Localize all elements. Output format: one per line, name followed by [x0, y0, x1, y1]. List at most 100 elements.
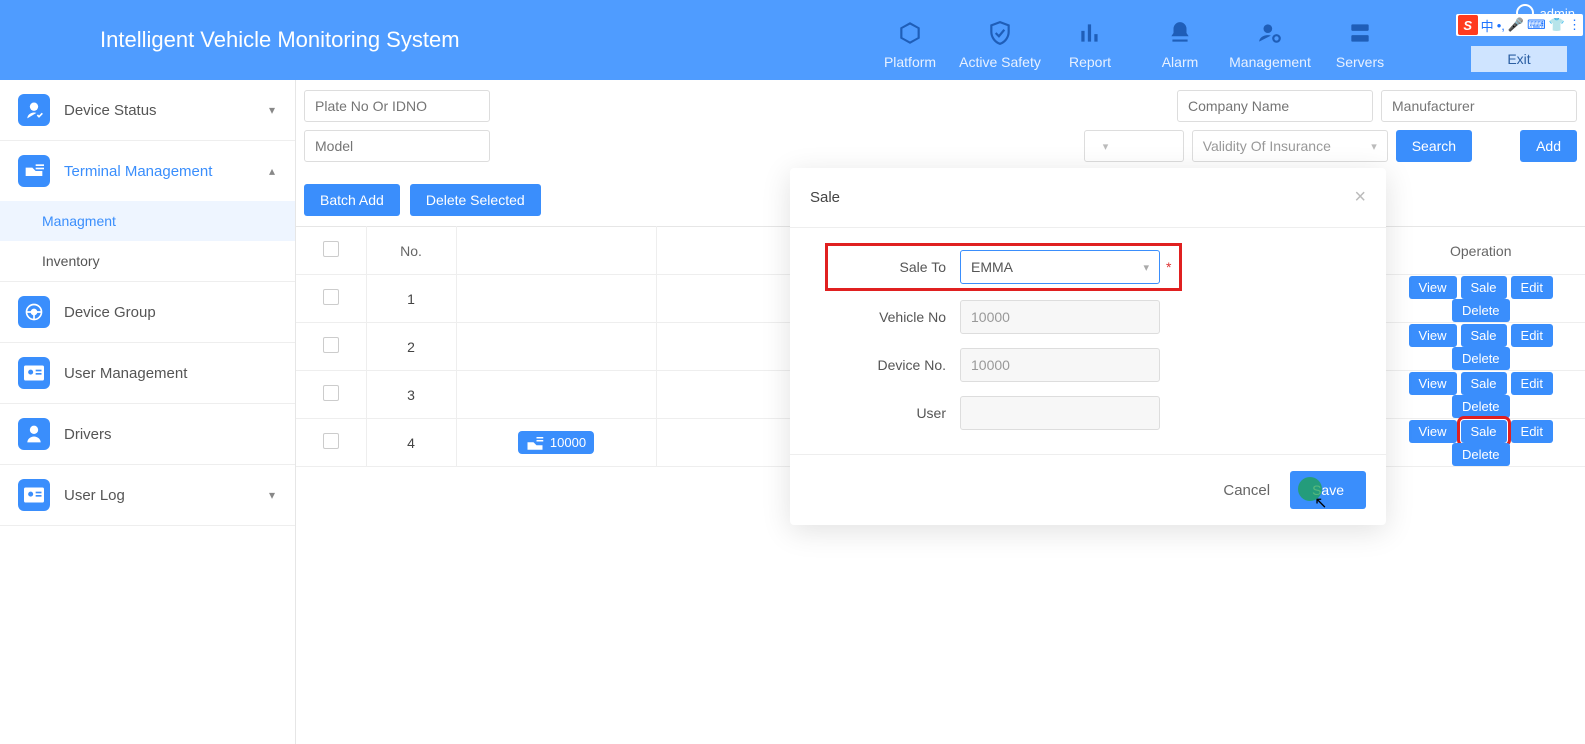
app-title: Intelligent Vehicle Monitoring System — [100, 27, 460, 53]
nav-label: Management — [1229, 54, 1311, 70]
nav-servers[interactable]: Servers — [1315, 0, 1405, 80]
vehicle-no-label: Vehicle No — [830, 309, 960, 325]
sale-button[interactable]: Sale — [1461, 372, 1507, 395]
user-gear-icon — [1257, 20, 1283, 46]
edit-button[interactable]: Edit — [1511, 420, 1553, 443]
view-button[interactable]: View — [1409, 420, 1457, 443]
col-plate — [456, 227, 656, 275]
ime-keyboard-icon: ⌨ — [1527, 17, 1546, 33]
sidebar-item-label: User Log — [64, 487, 125, 504]
sidebar: Device Status ▾ Terminal Management ▴ Ma… — [0, 80, 296, 744]
nav-management[interactable]: Management — [1225, 0, 1315, 80]
view-button[interactable]: View — [1409, 324, 1457, 347]
search-button[interactable]: Search — [1396, 130, 1472, 162]
ime-menu-icon: ⋮ — [1568, 17, 1581, 33]
edit-button[interactable]: Edit — [1511, 276, 1553, 299]
chevron-down-icon: ▾ — [269, 488, 275, 502]
sidebar-item-label: User Management — [64, 365, 187, 382]
delete-button[interactable]: Delete — [1452, 347, 1510, 370]
cell-no: 1 — [366, 275, 456, 323]
required-marker: * — [1166, 259, 1171, 275]
modal-footer: Cancel Save ↖ — [790, 454, 1386, 525]
sidebar-item-terminal-management[interactable]: Terminal Management ▴ — [0, 141, 295, 201]
edit-button[interactable]: Edit — [1511, 324, 1553, 347]
sidebar-sub-label: Inventory — [42, 253, 100, 269]
nav-platform[interactable]: Platform — [865, 0, 955, 80]
sidebar-item-device-status[interactable]: Device Status ▾ — [0, 80, 295, 140]
nav-report[interactable]: Report — [1045, 0, 1135, 80]
modal-title: Sale — [810, 189, 840, 206]
sidebar-item-label: Drivers — [64, 426, 112, 443]
sidebar-item-user-management[interactable]: User Management — [0, 343, 295, 403]
device-no-field: 10000 — [960, 348, 1160, 382]
add-button[interactable]: Add — [1520, 130, 1577, 162]
cancel-button[interactable]: Cancel — [1223, 482, 1270, 499]
edit-button[interactable]: Edit — [1511, 372, 1553, 395]
sale-to-select[interactable]: EMMA ▾ — [960, 250, 1160, 284]
delete-button[interactable]: Delete — [1452, 299, 1510, 322]
cell-no: 3 — [366, 371, 456, 419]
nav-label: Servers — [1336, 54, 1384, 70]
app-header: Intelligent Vehicle Monitoring System Pl… — [0, 0, 1585, 80]
view-button[interactable]: View — [1409, 276, 1457, 299]
delete-button[interactable]: Delete — [1452, 443, 1510, 466]
insurance-select[interactable]: Validity Of Insurance — [1192, 130, 1388, 162]
row-checkbox[interactable] — [323, 289, 339, 305]
delete-selected-button[interactable]: Delete Selected — [410, 184, 541, 216]
select-placeholder: Validity Of Insurance — [1203, 138, 1331, 154]
sidebar-item-drivers[interactable]: Drivers — [0, 404, 295, 464]
user-field — [960, 396, 1160, 430]
model-input[interactable] — [304, 130, 490, 162]
sidebar-item-user-log[interactable]: User Log ▾ — [0, 465, 295, 525]
ime-lang-icon: 中 — [1481, 16, 1494, 35]
cell-plate — [456, 275, 656, 323]
sale-button[interactable]: Sale — [1461, 420, 1507, 443]
person-check-icon — [18, 94, 50, 126]
plate-input[interactable] — [304, 90, 490, 122]
driver-icon — [18, 418, 50, 450]
cell-operation: ViewSaleEditDelete — [1376, 323, 1585, 371]
view-button[interactable]: View — [1409, 372, 1457, 395]
row-checkbox[interactable] — [323, 433, 339, 449]
ime-punct-icon: •, — [1497, 18, 1505, 33]
select-all-checkbox[interactable] — [323, 241, 339, 257]
vehicle-no-field: 10000 — [960, 300, 1160, 334]
ime-mic-icon: 🎤 — [1508, 17, 1524, 33]
sidebar-sub-managment[interactable]: Managment — [0, 201, 295, 241]
sidebar-item-device-group[interactable]: Device Group — [0, 282, 295, 342]
sidebar-sub-inventory[interactable]: Inventory — [0, 241, 295, 281]
sidebar-sub-label: Managment — [42, 213, 116, 229]
user-label: User — [830, 405, 960, 421]
save-button[interactable]: Save — [1290, 471, 1366, 509]
nav-label: Platform — [884, 54, 936, 70]
close-icon[interactable]: × — [1354, 186, 1366, 209]
company-input[interactable] — [1177, 90, 1373, 122]
chevron-down-icon: ▾ — [1143, 261, 1149, 274]
vehicle-tag[interactable]: 10000 — [518, 431, 594, 454]
sale-button[interactable]: Sale — [1461, 276, 1507, 299]
batch-add-button[interactable]: Batch Add — [304, 184, 400, 216]
vehicle-tag-label: 10000 — [550, 435, 586, 450]
nav-alarm[interactable]: Alarm — [1135, 0, 1225, 80]
nav-active-safety[interactable]: Active Safety — [955, 0, 1045, 80]
cell-plate — [456, 323, 656, 371]
row-checkbox[interactable] — [323, 337, 339, 353]
device-no-label: Device No. — [830, 357, 960, 373]
exit-button[interactable]: Exit — [1471, 46, 1567, 72]
ime-toolbar[interactable]: S 中 •, 🎤 ⌨ 👕 ⋮ — [1456, 14, 1583, 36]
row-checkbox[interactable] — [323, 385, 339, 401]
id-card-icon — [18, 357, 50, 389]
cell-operation: ViewSaleEditDelete — [1376, 275, 1585, 323]
chart-bar-icon — [1077, 20, 1103, 46]
cell-plate — [456, 371, 656, 419]
delete-button[interactable]: Delete — [1452, 395, 1510, 418]
cell-operation: ViewSaleEditDelete — [1376, 419, 1585, 467]
nav-label: Report — [1069, 54, 1111, 70]
main-content: Validity Of Insurance Search Add Batch A… — [296, 80, 1585, 744]
unknown-select[interactable] — [1084, 130, 1184, 162]
vehicle-list-icon — [18, 155, 50, 187]
manufacturer-input[interactable] — [1381, 90, 1577, 122]
sidebar-item-label: Device Status — [64, 102, 157, 119]
sale-button[interactable]: Sale — [1461, 324, 1507, 347]
steering-wheel-icon — [18, 296, 50, 328]
